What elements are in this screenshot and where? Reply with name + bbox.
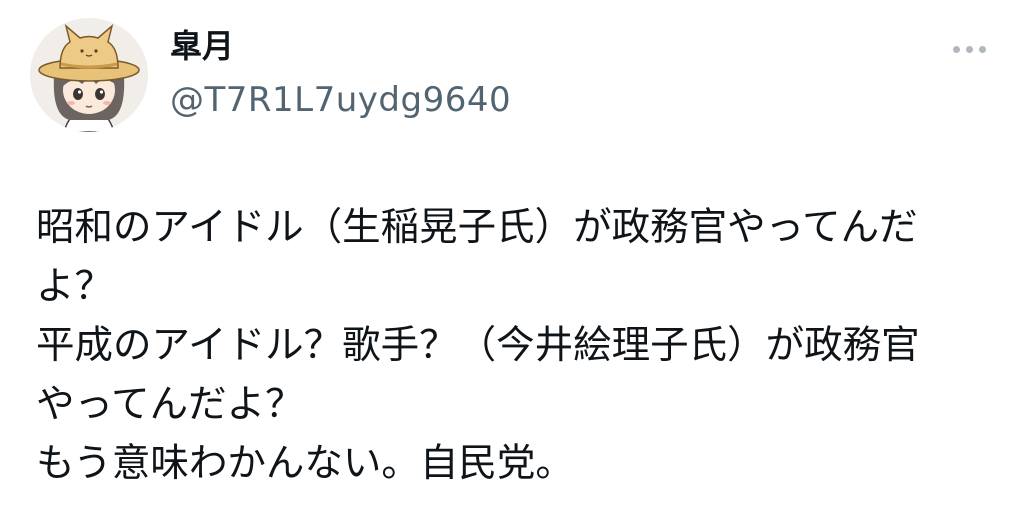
cat-ear-straw-hat-girl-avatar-icon [30, 18, 148, 132]
more-horizontal-icon[interactable] [944, 34, 994, 64]
user-handle[interactable]: @T7R1L7uydg9640 [170, 79, 511, 121]
tweet-text-line: よ？ [36, 264, 114, 309]
tweet-text-line: やってんだよ？ [36, 382, 304, 427]
tweet-text-line: 平成のアイドル？歌手？（今井絵理子氏）が政務官 [36, 323, 920, 368]
more-dot [978, 45, 986, 53]
display-name[interactable]: 皐月 [170, 26, 234, 66]
tweet-text-line: 昭和のアイドル（生稲晃子氏）が政務官やってんだ [36, 205, 918, 250]
more-dot [965, 45, 973, 53]
tweet-text: 昭和のアイドル（生稲晃子氏）が政務官やってんだ よ？ 平成のアイドル？歌手？（今… [36, 198, 1006, 493]
tweet-card: 皐月 @T7R1L7uydg9640 昭和のアイドル（生稲晃子氏）が政務官やって… [0, 0, 1024, 529]
more-dot [952, 45, 960, 53]
tweet-text-line: もう意味わかんない。自民党。 [36, 441, 574, 486]
avatar[interactable] [30, 18, 148, 132]
